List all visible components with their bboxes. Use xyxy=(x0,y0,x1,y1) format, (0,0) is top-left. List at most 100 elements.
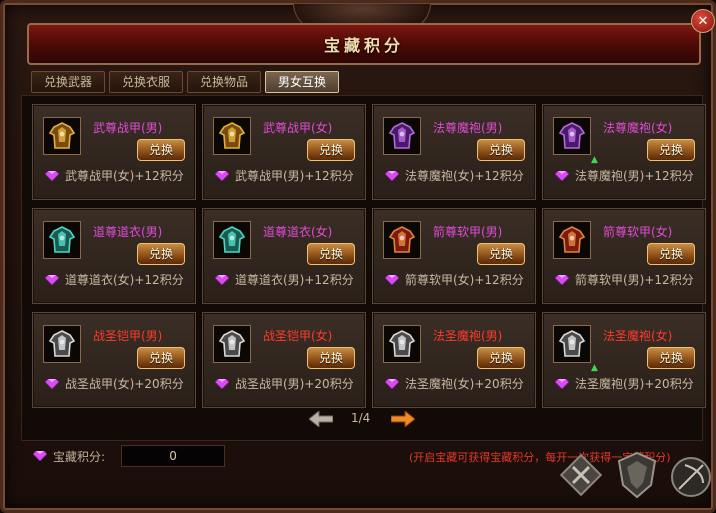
cost-row: 箭尊软甲(男)+12积分 xyxy=(555,271,694,288)
exchange-button[interactable]: 兑换 xyxy=(137,139,185,161)
purple-robe-icon xyxy=(383,117,421,155)
cost-row: 武尊战甲(女)+12积分 xyxy=(45,167,184,184)
gold-armor-icon xyxy=(213,117,251,155)
points-area: 宝藏积分: 0 xyxy=(33,445,226,467)
exchange-cost: 箭尊软甲(女)+12积分 xyxy=(405,273,524,287)
item-name: 武尊战甲(男) xyxy=(93,121,163,135)
tab-bar: 兑换武器 兑换衣服 兑换物品 男女互换 xyxy=(31,71,340,93)
cost-row: 箭尊软甲(女)+12积分 xyxy=(385,271,524,288)
page-indicator: 1/4 xyxy=(351,411,371,425)
points-value: 0 xyxy=(121,445,226,467)
cyan-robe-icon xyxy=(213,221,251,259)
exchange-cost: 法尊魔袍(男)+12积分 xyxy=(575,169,694,183)
cost-row: 道尊道衣(女)+12积分 xyxy=(45,271,184,288)
item-name: 法尊魔袍(男) xyxy=(433,121,503,135)
cost-row: 法圣魔袍(女)+20积分 xyxy=(385,375,524,392)
cost-row: 法尊魔袍(女)+12积分 xyxy=(385,167,524,184)
bow-emblem-icon xyxy=(671,457,711,497)
close-button[interactable]: ✕ xyxy=(691,9,715,33)
exchange-card: 道尊道衣(女) 兑换道尊道衣(男)+12积分 xyxy=(202,208,366,304)
exchange-card: 武尊战甲(男) 兑换武尊战甲(女)+12积分 xyxy=(32,104,196,200)
gem-icon xyxy=(215,170,229,181)
exchange-card: 战圣铠甲(女) 兑换战圣战甲(男)+20积分 xyxy=(202,312,366,408)
exchange-grid: 武尊战甲(男) 兑换 武尊战甲(女)+12积分 武尊战甲(女) 兑换 武尊战甲(男)+12… xyxy=(21,95,706,441)
cost-row: 战圣战甲(女)+20积分 xyxy=(45,375,184,392)
gem-icon xyxy=(215,274,229,285)
exchange-cost: 法圣魔袍(男)+20积分 xyxy=(575,377,694,391)
gem-icon xyxy=(555,170,569,181)
exchange-cost: 箭尊软甲(男)+12积分 xyxy=(575,273,694,287)
exchange-card: 法尊魔袍(男) 兑换法尊魔袍(女)+12积分 xyxy=(372,104,536,200)
gem-icon xyxy=(555,274,569,285)
gem-icon xyxy=(45,378,59,389)
cost-row: 战圣战甲(男)+20积分 xyxy=(215,375,354,392)
treasure-points-window: 宝藏积分 ✕ 兑换武器 兑换衣服 兑换物品 男女互换 武尊战甲(男) 兑换 武尊战甲… xyxy=(0,0,716,513)
gold-armor-icon xyxy=(43,117,81,155)
item-name: 武尊战甲(女) xyxy=(263,121,333,135)
exchange-cost: 法尊魔袍(女)+12积分 xyxy=(405,169,524,183)
exchange-button[interactable]: 兑换 xyxy=(137,243,185,265)
item-name: 法尊魔袍(女) xyxy=(603,121,673,135)
exchange-card: 道尊道衣(男) 兑换道尊道衣(女)+12积分 xyxy=(32,208,196,304)
exchange-button[interactable]: 兑换 xyxy=(137,347,185,369)
up-arrow-icon: ▲ xyxy=(591,363,598,373)
exchange-card: ▲ 法圣魔袍(女) 兑换法圣魔袍(男)+20积分 xyxy=(542,312,706,408)
gem-icon xyxy=(385,274,399,285)
gem-icon xyxy=(385,170,399,181)
silver-armor-icon xyxy=(43,325,81,363)
item-name: 道尊道衣(男) xyxy=(93,225,163,239)
exchange-button[interactable]: 兑换 xyxy=(477,347,525,369)
cross-emblem-icon xyxy=(559,453,603,497)
exchange-card: 箭尊软甲(女) 兑换箭尊软甲(男)+12积分 xyxy=(542,208,706,304)
red-armor-icon xyxy=(553,221,591,259)
tab-exchange-items[interactable]: 兑换物品 xyxy=(187,71,262,93)
title-bar: 宝藏积分 xyxy=(27,23,701,65)
exchange-card: 战圣铠甲(男) 兑换 战圣战甲(女)+20积分 xyxy=(32,312,196,408)
exchange-button[interactable]: 兑换 xyxy=(647,243,695,265)
gem-icon xyxy=(215,378,229,389)
silver-armor-icon xyxy=(213,325,251,363)
item-name: 法圣魔袍(女) xyxy=(603,329,673,343)
pager: 1/4 xyxy=(303,409,423,431)
points-label: 宝藏积分: xyxy=(53,449,106,464)
tab-gender-swap[interactable]: 男女互换 xyxy=(265,71,340,93)
exchange-cost: 法圣魔袍(女)+20积分 xyxy=(405,377,524,391)
cost-row: 法圣魔袍(男)+20积分 xyxy=(555,375,694,392)
exchange-cost: 武尊战甲(女)+12积分 xyxy=(65,169,184,183)
cost-row: 法尊魔袍(男)+12积分 xyxy=(555,167,694,184)
exchange-cost: 战圣战甲(男)+20积分 xyxy=(235,377,354,391)
item-name: 道尊道衣(女) xyxy=(263,225,333,239)
exchange-card: 法圣魔袍(男) 兑换法圣魔袍(女)+20积分 xyxy=(372,312,536,408)
item-name: 箭尊软甲(女) xyxy=(603,225,673,239)
exchange-card: ▲ 法尊魔袍(女) 兑换法尊魔袍(男)+12积分 xyxy=(542,104,706,200)
exchange-button[interactable]: 兑换 xyxy=(647,139,695,161)
exchange-button[interactable]: 兑换 xyxy=(307,347,355,369)
tab-exchange-weapons[interactable]: 兑换武器 xyxy=(31,71,106,93)
next-page-arrow-icon[interactable] xyxy=(391,411,415,427)
exchange-cost: 战圣战甲(女)+20积分 xyxy=(65,377,184,391)
window-title: 宝藏积分 xyxy=(323,36,404,55)
exchange-cost: 武尊战甲(男)+12积分 xyxy=(235,169,354,183)
cost-row: 武尊战甲(男)+12积分 xyxy=(215,167,354,184)
exchange-button[interactable]: 兑换 xyxy=(477,139,525,161)
silver-armor-icon xyxy=(383,325,421,363)
exchange-button[interactable]: 兑换 xyxy=(307,139,355,161)
item-name: 战圣铠甲(女) xyxy=(263,329,333,343)
cost-row: 道尊道衣(男)+12积分 xyxy=(215,271,354,288)
bottom-ornaments xyxy=(559,451,715,509)
gem-icon xyxy=(45,170,59,181)
exchange-cost: 道尊道衣(女)+12积分 xyxy=(65,273,184,287)
item-name: 法圣魔袍(男) xyxy=(433,329,503,343)
exchange-button[interactable]: 兑换 xyxy=(647,347,695,369)
cyan-robe-icon xyxy=(43,221,81,259)
exchange-button[interactable]: 兑换 xyxy=(477,243,525,265)
red-armor-icon xyxy=(383,221,421,259)
gem-icon xyxy=(385,378,399,389)
exchange-card: 武尊战甲(女) 兑换武尊战甲(男)+12积分 xyxy=(202,104,366,200)
prev-page-arrow-icon[interactable] xyxy=(309,411,333,427)
shield-emblem-icon xyxy=(617,451,657,499)
tab-exchange-clothes[interactable]: 兑换衣服 xyxy=(109,71,184,93)
item-name: 箭尊软甲(男) xyxy=(433,225,503,239)
exchange-button[interactable]: 兑换 xyxy=(307,243,355,265)
up-arrow-icon: ▲ xyxy=(591,155,598,165)
